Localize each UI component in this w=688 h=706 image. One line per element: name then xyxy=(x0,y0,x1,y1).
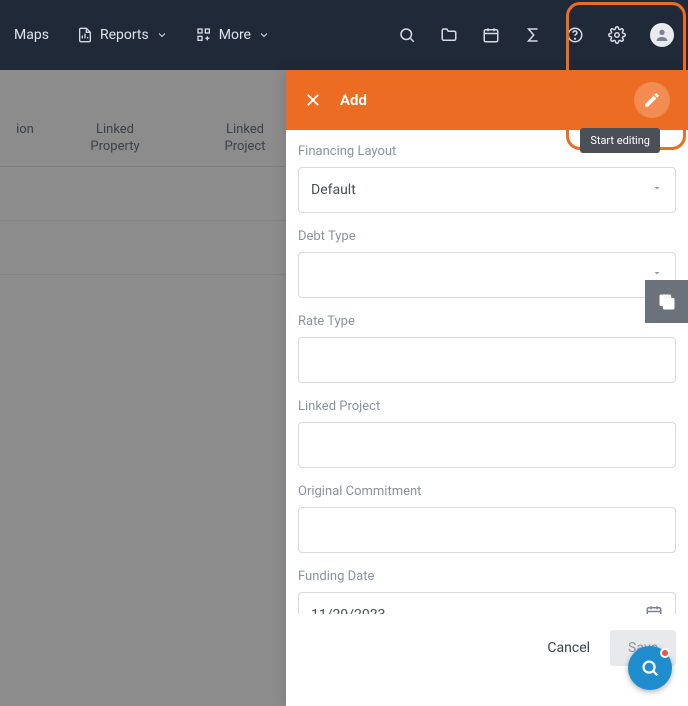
nav-maps-label: Maps xyxy=(14,27,49,43)
input-original-commitment[interactable] xyxy=(298,507,676,553)
add-panel: Add Financing Layout Default Debt Type xyxy=(286,70,688,706)
search-icon[interactable] xyxy=(398,26,416,44)
chevron-down-icon xyxy=(156,29,168,41)
panel-footer: Cancel Save xyxy=(286,614,688,706)
chevron-down-icon xyxy=(258,29,270,41)
field-debt-type: Debt Type xyxy=(298,229,676,298)
label-original-commitment: Original Commitment xyxy=(298,484,676,499)
avatar[interactable] xyxy=(650,23,674,47)
panel-title: Add xyxy=(340,91,367,109)
nav-maps[interactable]: Maps xyxy=(14,27,49,43)
chevron-down-icon xyxy=(651,182,663,198)
input-linked-project[interactable] xyxy=(298,422,676,468)
side-tab-button[interactable] xyxy=(645,280,688,323)
field-original-commitment: Original Commitment xyxy=(298,484,676,553)
panel-header: Add xyxy=(286,70,688,130)
calendar-icon[interactable] xyxy=(482,26,500,44)
label-debt-type: Debt Type xyxy=(298,229,676,244)
select-financing-layout[interactable]: Default xyxy=(298,167,676,213)
pencil-icon xyxy=(643,91,661,109)
gear-icon[interactable] xyxy=(608,26,626,44)
nav-reports-label: Reports xyxy=(100,27,149,43)
close-icon[interactable] xyxy=(304,91,322,109)
tooltip-start-editing: Start editing xyxy=(580,128,660,153)
chat-fab[interactable] xyxy=(628,646,672,690)
label-linked-project: Linked Project xyxy=(298,399,676,414)
notification-dot xyxy=(660,648,670,658)
sigma-icon[interactable] xyxy=(524,26,542,44)
cancel-button[interactable]: Cancel xyxy=(547,640,590,656)
label-funding-date: Funding Date xyxy=(298,569,676,584)
value-funding-date: 11/29/2023 xyxy=(311,607,386,614)
value-financing-layout: Default xyxy=(311,182,356,198)
label-rate-type: Rate Type xyxy=(298,314,676,329)
field-financing-layout: Financing Layout Default xyxy=(298,144,676,213)
field-rate-type: Rate Type xyxy=(298,314,676,383)
topbar-right xyxy=(398,23,674,47)
panel-body: Financing Layout Default Debt Type Rate … xyxy=(286,130,688,614)
nav-reports[interactable]: Reports xyxy=(77,27,168,43)
input-funding-date[interactable]: 11/29/2023 xyxy=(298,592,676,614)
nav-more-label: More xyxy=(219,27,251,43)
grid-plus-icon xyxy=(196,27,212,43)
help-icon[interactable] xyxy=(566,26,584,44)
copy-stack-icon xyxy=(657,292,677,312)
input-rate-type[interactable] xyxy=(298,337,676,383)
field-linked-project: Linked Project xyxy=(298,399,676,468)
chat-search-icon xyxy=(639,657,661,679)
topbar: Maps Reports More xyxy=(0,0,688,70)
select-debt-type[interactable] xyxy=(298,252,676,298)
folder-icon[interactable] xyxy=(440,26,458,44)
field-funding-date: Funding Date 11/29/2023 xyxy=(298,569,676,614)
nav-more[interactable]: More xyxy=(196,27,270,43)
report-icon xyxy=(77,27,93,43)
topbar-left: Maps Reports More xyxy=(14,27,270,43)
calendar-icon xyxy=(645,604,663,614)
edit-button[interactable] xyxy=(634,82,670,118)
